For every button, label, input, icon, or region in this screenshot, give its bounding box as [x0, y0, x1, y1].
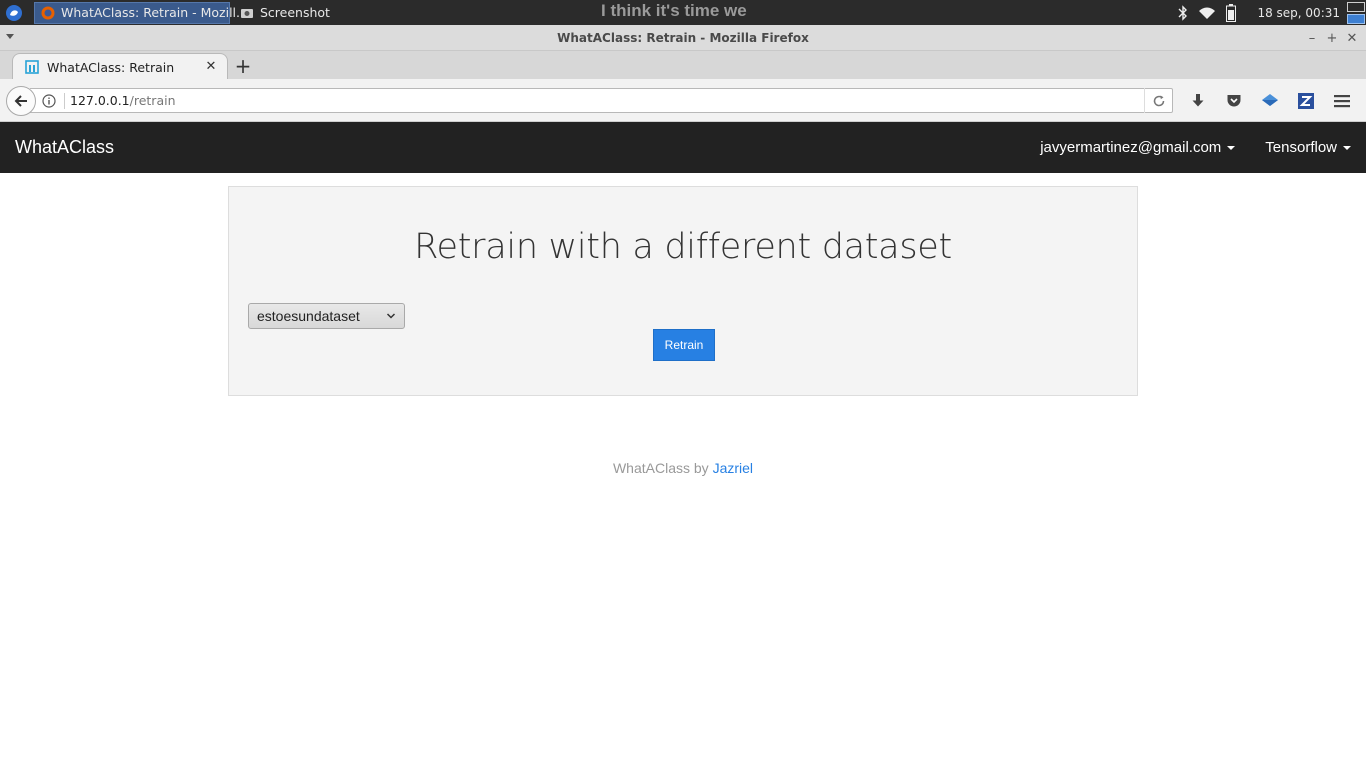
page-title: Retrain with a different dataset	[414, 227, 952, 267]
workspace-2[interactable]	[1347, 13, 1365, 24]
dataset-select-value: estoesundataset	[257, 308, 360, 324]
clock[interactable]: 18 sep, 00:31	[1257, 6, 1340, 20]
tab-strip: WhatAClass: Retrain ✕ +	[0, 51, 1366, 80]
retrain-panel: Retrain with a different dataset estoesu…	[228, 186, 1138, 396]
battery-icon[interactable]	[1219, 0, 1243, 25]
arrow-left-icon	[14, 95, 27, 107]
maximize-icon[interactable]: +	[1322, 28, 1342, 48]
caret-down-icon	[1343, 145, 1351, 150]
page-footer: WhatAClass by Jazriel	[0, 460, 1366, 476]
extension-icon[interactable]	[1252, 88, 1288, 113]
desktop-taskbar: WhatAClass: Retrain - Mozill... Screensh…	[0, 0, 1366, 25]
chevron-down-icon	[386, 313, 396, 319]
wifi-icon[interactable]	[1195, 0, 1219, 25]
url-bar[interactable]: 127.0.0.1/retrain	[30, 88, 1173, 113]
tab-label: WhatAClass: Retrain	[47, 59, 175, 75]
footer-text: WhatAClass by	[612, 460, 709, 476]
url-host: 127.0.0.1	[70, 93, 130, 108]
taskbar-task-label: Screenshot	[260, 5, 330, 20]
hamburger-menu-icon[interactable]	[1324, 88, 1360, 113]
close-icon[interactable]: ✕	[1342, 28, 1362, 48]
navbar-right: javyermartinez@gmail.com Tensorflow	[1025, 122, 1366, 173]
minimize-icon[interactable]: –	[1302, 28, 1322, 48]
site-info-icon[interactable]	[38, 93, 60, 108]
reload-icon[interactable]	[1144, 88, 1172, 113]
window-controls: – + ✕	[1302, 25, 1362, 51]
new-tab-button[interactable]: +	[232, 55, 254, 77]
back-button[interactable]	[6, 86, 36, 116]
user-email: javyermartinez@gmail.com	[1040, 139, 1222, 156]
tab-close-icon[interactable]: ✕	[203, 59, 219, 75]
notification-marquee: I think it's time we	[601, 1, 747, 20]
site-favicon-icon	[25, 60, 39, 74]
framework-label: Tensorflow	[1265, 139, 1337, 156]
site-navbar: WhatAClass javyermartinez@gmail.com Tens…	[0, 122, 1366, 173]
window-titlebar: WhatAClass: Retrain - Mozilla Firefox – …	[0, 25, 1366, 51]
workspace-switcher[interactable]	[1346, 1, 1366, 25]
url-text[interactable]: 127.0.0.1/retrain	[70, 93, 1144, 108]
system-tray: 18 sep, 00:31	[1171, 0, 1366, 25]
workspace-1[interactable]	[1347, 1, 1365, 12]
taskbar-task-firefox[interactable]: WhatAClass: Retrain - Mozill...	[34, 1, 248, 24]
url-path: /retrain	[129, 93, 176, 108]
author-link[interactable]: Jazriel	[713, 460, 753, 476]
downloads-icon[interactable]	[1180, 88, 1216, 113]
dataset-select[interactable]: estoesundataset	[248, 303, 405, 329]
caret-down-icon	[1227, 145, 1236, 150]
zotero-icon[interactable]	[1288, 88, 1324, 113]
retrain-button[interactable]: Retrain	[653, 329, 715, 361]
framework-dropdown[interactable]: Tensorflow	[1250, 122, 1366, 173]
app-menu-icon[interactable]	[0, 0, 28, 25]
pocket-icon[interactable]	[1216, 88, 1252, 113]
url-separator	[64, 92, 65, 109]
toolbar-buttons	[1180, 88, 1360, 113]
browser-toolbar: 127.0.0.1/retrain	[0, 79, 1366, 122]
user-dropdown[interactable]: javyermartinez@gmail.com	[1025, 122, 1250, 173]
taskbar-task-screenshot[interactable]: Screenshot	[234, 2, 336, 24]
firefox-icon	[41, 6, 55, 19]
bluetooth-icon[interactable]	[1171, 0, 1195, 25]
brand-link[interactable]: WhatAClass	[15, 122, 114, 173]
window-title: WhatAClass: Retrain - Mozilla Firefox	[557, 31, 809, 45]
taskbar-task-label: WhatAClass: Retrain - Mozill...	[61, 5, 248, 20]
tab-whataclass-retrain[interactable]: WhatAClass: Retrain ✕	[12, 53, 228, 80]
camera-icon	[241, 8, 253, 18]
